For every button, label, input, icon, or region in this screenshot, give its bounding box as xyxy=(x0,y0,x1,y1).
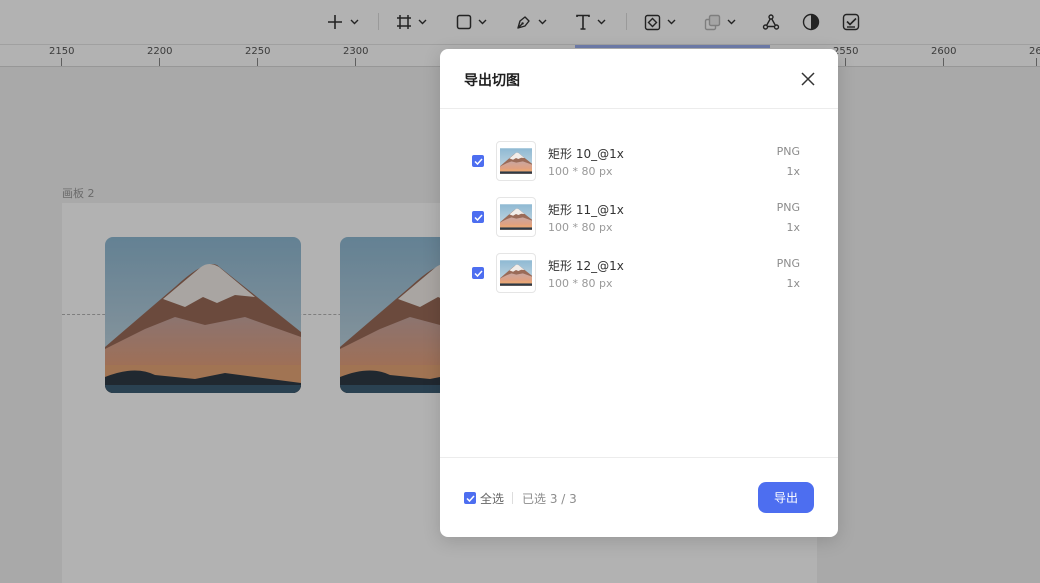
dialog-title: 导出切图 xyxy=(464,73,520,89)
slice-format[interactable]: PNG xyxy=(777,257,800,270)
close-button[interactable] xyxy=(798,69,818,89)
dialog-header: 导出切图 xyxy=(440,49,838,109)
dialog-footer: 全选 已选 3 / 3 导出 xyxy=(440,457,838,538)
slice-format[interactable]: PNG xyxy=(777,201,800,214)
selected-count: 已选 3 / 3 xyxy=(522,492,577,506)
slice-item[interactable]: 矩形 11_@1x 100 * 80 px PNG 1x xyxy=(440,165,838,237)
footer-divider xyxy=(512,492,513,504)
export-button[interactable]: 导出 xyxy=(758,482,814,513)
check-icon xyxy=(473,213,483,221)
check-icon xyxy=(473,157,483,165)
slice-size: 100 * 80 px xyxy=(548,277,613,290)
select-all-label[interactable]: 全选 xyxy=(480,490,504,507)
slice-checkbox[interactable] xyxy=(472,267,484,279)
slice-name: 矩形 12_@1x xyxy=(548,259,624,273)
check-icon xyxy=(473,269,483,277)
select-all-checkbox[interactable] xyxy=(464,492,476,504)
slice-item[interactable]: 矩形 12_@1x 100 * 80 px PNG 1x xyxy=(440,221,838,293)
export-slices-dialog: 导出切图 矩形 10_@1x 100 * 80 px PNG 1x 矩形 11_… xyxy=(440,49,838,537)
close-icon xyxy=(801,72,815,86)
slice-item[interactable]: 矩形 10_@1x 100 * 80 px PNG 1x xyxy=(440,109,838,181)
slice-thumbnail xyxy=(496,253,536,293)
mountain-image xyxy=(500,260,532,286)
slice-name: 矩形 11_@1x xyxy=(548,203,624,217)
slice-name: 矩形 10_@1x xyxy=(548,147,624,161)
slice-format[interactable]: PNG xyxy=(777,145,800,158)
check-icon xyxy=(465,494,475,502)
slice-scale[interactable]: 1x xyxy=(786,277,800,290)
